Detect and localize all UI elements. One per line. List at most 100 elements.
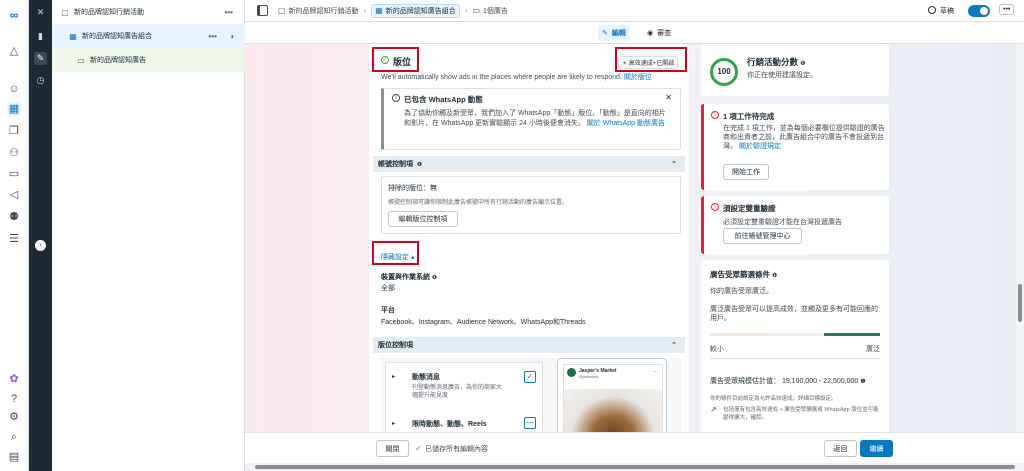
feed-label: 動態消息	[412, 374, 440, 381]
eye-icon: ◉	[647, 30, 654, 37]
meta-logo-icon[interactable]: ∞	[6, 8, 22, 22]
audience-card: 廣告受眾篩選條件 ❶ 你的廣告受眾廣泛。 廣泛廣告受眾可以提高成效，並觸及更多有…	[701, 260, 889, 432]
stories-label: 限時動態、動態、Reels	[412, 421, 487, 428]
breadcrumb-ad[interactable]: ▭ 1個廣告	[472, 6, 507, 16]
close-button[interactable]: 關閉	[376, 440, 409, 457]
stories-checkbox[interactable]: —	[524, 417, 536, 429]
tab-edit[interactable]: ✎ 編輯	[598, 25, 630, 41]
edit-placement-controls-button[interactable]: 編輯版位控制項	[388, 211, 458, 227]
advantage-badge-label: 高效速成+已開啟	[628, 61, 675, 67]
more-options-button[interactable]: •••	[999, 4, 1015, 15]
chevron-right-icon: ›	[464, 6, 468, 15]
placement-list: ▸ 動態消息 刊登動態消息廣告，為你的商家大幅提升能見度 ✓ ▸ 限時動態、動態…	[385, 362, 543, 432]
menu-icon[interactable]: ☰	[7, 232, 21, 246]
sidebar-toggle-icon[interactable]	[257, 5, 268, 16]
horizontal-scroll-thumb[interactable]	[255, 465, 1015, 469]
hide-settings-label: 隱藏設定	[381, 254, 409, 261]
draft-label: 草稿	[940, 8, 954, 15]
start-task-button[interactable]: 開始工作	[723, 164, 769, 180]
tree-adset-label: 新的品牌認知廣告組合	[82, 33, 152, 40]
search-icon[interactable]: ⌕	[7, 430, 21, 444]
account-center-button[interactable]: 前往帳號管理中心	[723, 228, 802, 244]
devices-value: 全部	[381, 285, 395, 292]
draft-status-icon	[928, 6, 936, 14]
reports-icon[interactable]: ▤	[7, 450, 21, 464]
ad-preview: Jasper's Market Sponsored …	[557, 358, 667, 432]
more-icon[interactable]: •••	[225, 8, 233, 17]
expand-icon[interactable]: ›	[35, 240, 46, 251]
main-content: ✓ 版位 ✦ 高效速成+已開啟 We'll automatically show…	[245, 44, 1016, 432]
audience-meter-mid	[767, 333, 824, 336]
edit-icon[interactable]: ✎	[34, 52, 47, 65]
more-icon[interactable]: •••	[209, 32, 217, 41]
two-factor-card: ! 須設定雙重驗證 必須設定雙重驗證才能在台灣投遞廣告 前往帳號管理中心	[701, 196, 889, 254]
whatsapp-feed-link[interactable]: 關於 WhatsApp 動態廣告	[587, 120, 665, 127]
trend-icon: ↗	[710, 405, 717, 414]
settings-icon[interactable]: ⚙	[7, 410, 21, 424]
verification-link[interactable]: 關於驗證規定	[739, 143, 781, 150]
clock-icon[interactable]: ◷	[34, 74, 47, 87]
account-controls-title: 帳號控制項	[378, 161, 413, 168]
help-icon[interactable]: ?	[7, 392, 21, 406]
feed-checkbox[interactable]: ✓	[524, 371, 536, 383]
audience-estimate-label: 廣告受眾規模估計值：	[710, 378, 780, 385]
tree-campaign-label: 新的品牌認知行銷活動	[74, 9, 144, 16]
tab-review[interactable]: ◉ 審查	[643, 25, 675, 41]
audience-meter-narrow	[710, 333, 767, 336]
toggle-switch[interactable]	[968, 5, 990, 17]
audience-meter	[710, 333, 880, 336]
meter-broad-label: 廣泛	[866, 346, 880, 353]
account-controls-header[interactable]: 帳號控制項 ❶ ⌃	[373, 156, 685, 172]
hide-settings-link[interactable]: 隱藏設定 ▴	[381, 252, 414, 262]
people-icon[interactable]: ⚇	[7, 146, 21, 160]
chart-icon[interactable]: ▮	[34, 30, 47, 43]
flower-icon[interactable]: ✿	[7, 372, 21, 386]
bottom-bar: 關閉 ✓ 已儲存所有編輯內容 返回 繼續	[245, 432, 1024, 463]
megaphone-icon[interactable]: ◁	[7, 188, 21, 202]
account-controls-note: 帳號控制項可讓你限制此廣告帳號中所有行銷活動的廣告顯示位置。	[388, 200, 569, 206]
top-bar: ▢ 新的品牌認知行銷活動 › ▦ 新的品牌認知廣告組合 › ▭ 1個廣告 草稿 …	[245, 0, 1024, 22]
breadcrumb-adset[interactable]: ▦ 新的品牌認知廣告組合	[371, 3, 460, 18]
vertical-scroll-thumb[interactable]	[1018, 284, 1022, 322]
audience-icon[interactable]: ⚉	[7, 210, 21, 224]
about-placements-link[interactable]: 關於版位	[624, 74, 652, 81]
bell-icon[interactable]: △	[7, 44, 21, 58]
close-icon[interactable]: ✕	[34, 6, 47, 19]
whatsapp-info-title: 已包含 WhatsApp 動態	[404, 95, 483, 104]
tree-item-adset[interactable]: ▦ 新的品牌認知廣告組合 ••• ◑	[52, 24, 245, 48]
placement-controls-header[interactable]: 版位控制項 ⌃	[373, 337, 685, 353]
tree-item-ad[interactable]: ▭ 新的品牌認知廣告	[52, 48, 245, 72]
breadcrumb-campaign[interactable]: ▢ 新的品牌認知行銷活動	[278, 6, 359, 16]
chevron-up-icon[interactable]: ⌃	[671, 341, 677, 349]
check-circle-icon: ✓	[381, 56, 389, 64]
breadcrumb-campaign-label: 新的品牌認知行銷活動	[288, 7, 359, 15]
card-icon[interactable]: ▭	[7, 167, 21, 181]
advantage-badge: ✦ 高效速成+已開啟	[618, 56, 679, 69]
vertical-scrollbar[interactable]	[1016, 44, 1024, 432]
chevron-up-icon[interactable]: ⌃	[671, 160, 677, 168]
expand-arrow-icon[interactable]: ▸	[392, 420, 395, 427]
close-icon[interactable]: ✕	[665, 93, 672, 102]
devices-label-text: 裝置與作業系統	[381, 274, 430, 281]
task1-title: 1 項工作待完成	[723, 112, 775, 121]
placement-controls-title: 版位控制項	[378, 342, 413, 349]
continue-button[interactable]: 繼續	[860, 440, 893, 457]
pencil-icon: ✎	[602, 30, 608, 37]
placement-description: We'll automatically show ads in the plac…	[381, 72, 681, 82]
horizontal-scrollbar[interactable]	[245, 463, 1024, 471]
tree-item-campaign[interactable]: ▢ 新的品牌認知行銷活動 •••	[52, 0, 245, 24]
page-avatar	[567, 368, 576, 377]
expand-arrow-icon[interactable]: ▸	[392, 373, 395, 380]
meter-narrow-label: 較小	[710, 346, 724, 353]
half-circle-icon: ◑	[229, 31, 234, 41]
placement-card: ✓ 版位 ✦ 高效速成+已開啟 We'll automatically show…	[369, 44, 689, 432]
toggle-knob	[980, 7, 988, 15]
smiley-icon[interactable]: ☺	[7, 82, 21, 96]
task2-title: 須設定雙重驗證	[723, 204, 776, 213]
back-button[interactable]: 返回	[824, 440, 857, 457]
placement-controls-body: ▸ 動態消息 刊登動態消息廣告，為你的商家大幅提升能見度 ✓ ▸ 限時動態、動態…	[381, 358, 681, 432]
pages-icon[interactable]: ❒	[7, 124, 21, 138]
table-icon[interactable]: ▦	[7, 102, 21, 116]
tree-ad-label: 新的品牌認知廣告	[90, 57, 146, 64]
warning-icon: !	[711, 203, 719, 211]
